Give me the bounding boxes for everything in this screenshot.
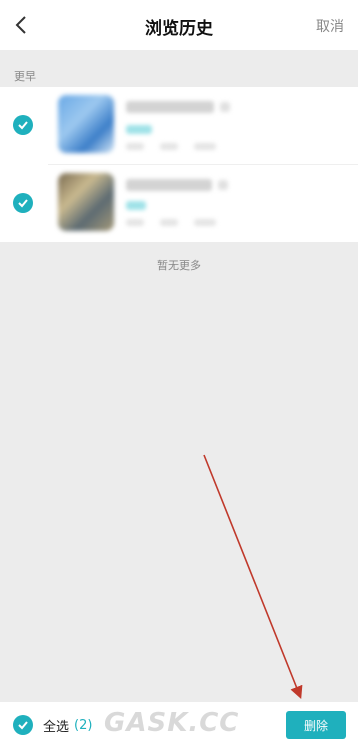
item-checkbox[interactable] <box>13 115 33 135</box>
history-item[interactable] <box>0 165 358 242</box>
section-label-earlier: 更早 <box>14 70 36 83</box>
page-title: 浏览历史 <box>145 19 213 39</box>
select-all-checkbox[interactable] <box>13 715 33 735</box>
select-all-label: 全选 <box>43 719 70 735</box>
item-thumbnail <box>58 95 114 153</box>
item-content-blurred <box>48 169 324 239</box>
item-checkbox[interactable] <box>13 193 33 213</box>
history-content: 更早 暂无更多 <box>0 50 358 702</box>
check-icon <box>18 199 28 208</box>
bottom-action-bar: 全选 (2) GASK.CC 删除 <box>0 702 358 748</box>
select-all-toggle[interactable]: 全选 (2) <box>13 714 92 736</box>
cancel-button[interactable]: 取消 <box>316 16 344 36</box>
history-item[interactable] <box>0 87 358 165</box>
top-bar: 浏览历史 取消 <box>0 0 358 50</box>
item-thumbnail <box>58 173 114 231</box>
check-icon <box>18 721 28 730</box>
watermark-logo: GASK.CC <box>104 708 240 738</box>
item-content-blurred <box>48 91 324 161</box>
no-more-text: 暂无更多 <box>157 259 201 272</box>
history-list <box>0 87 358 242</box>
delete-button[interactable]: 删除 <box>286 711 346 739</box>
selected-count: (2) <box>74 717 93 733</box>
check-icon <box>18 121 28 130</box>
